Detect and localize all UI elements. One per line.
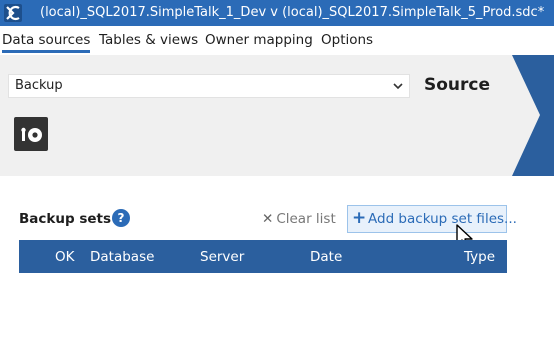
plus-icon: + [352, 208, 367, 228]
source-type-value: Backup [15, 78, 63, 93]
backup-sets-label: Backup sets [19, 211, 112, 227]
tab-data-sources[interactable]: Data sources [2, 32, 91, 53]
chevron-down-icon [393, 80, 403, 95]
source-type-select[interactable]: Backup [8, 74, 410, 98]
backup-sets-table-header: OK Database Server Date Type [19, 240, 507, 273]
source-panel: Backup Source [0, 55, 554, 176]
column-header-database[interactable]: Database [90, 249, 154, 265]
help-icon[interactable]: ? [112, 209, 130, 227]
column-header-type[interactable]: Type [464, 249, 495, 265]
window-title: (local)_SQL2017.SimpleTalk_1_Dev v (loca… [40, 5, 545, 20]
clear-list-button[interactable]: ✕ Clear list [262, 211, 336, 227]
add-backup-set-files-label: Add backup set files... [368, 211, 517, 227]
column-header-ok[interactable]: OK [55, 249, 74, 265]
title-bar: (local)_SQL2017.SimpleTalk_1_Dev v (loca… [0, 0, 554, 26]
source-heading: Source [424, 75, 491, 95]
dc-logo-icon [4, 4, 22, 22]
source-arrow-shape [512, 55, 554, 176]
clear-list-label: Clear list [276, 211, 336, 227]
column-header-server[interactable]: Server [200, 249, 244, 265]
column-header-date[interactable]: Date [310, 249, 342, 265]
tab-bar: Data sources Tables & views Owner mappin… [0, 26, 554, 54]
backup-disk-icon[interactable] [14, 117, 48, 151]
tab-tables-views[interactable]: Tables & views [99, 32, 198, 48]
x-icon: ✕ [262, 211, 274, 227]
tab-options[interactable]: Options [321, 32, 373, 48]
tab-owner-mapping[interactable]: Owner mapping [205, 32, 313, 48]
add-backup-set-files-button[interactable]: + Add backup set files... [347, 205, 517, 233]
